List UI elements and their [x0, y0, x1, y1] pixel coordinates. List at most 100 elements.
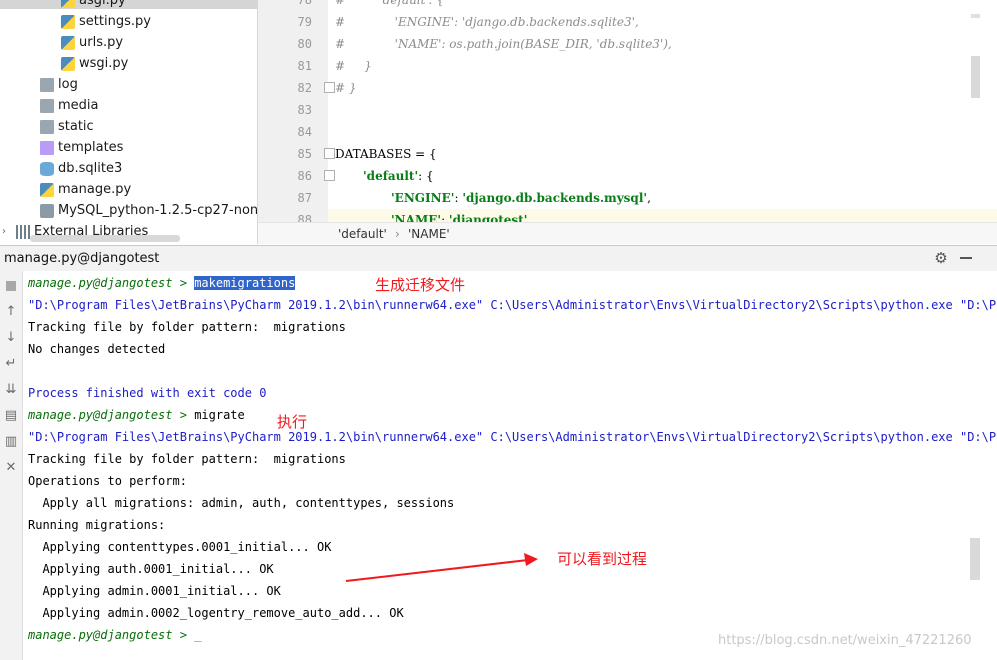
tree-item-settings[interactable]: settings.py	[61, 11, 151, 32]
tree-item-label: wsgi.py	[79, 56, 129, 71]
console-line: manage.py@djangotest > migrate	[28, 404, 245, 426]
line-number: 87	[297, 191, 312, 205]
watermark: https://blog.csdn.net/weixin_47221260	[718, 633, 972, 648]
console-line: "D:\Program Files\JetBrains\PyCharm 2019…	[28, 298, 997, 312]
line-number: 80	[297, 37, 312, 51]
annotation-makemigrations: 生成迁移文件	[375, 276, 466, 294]
scroll-to-end-icon[interactable]: ⇊	[4, 383, 18, 397]
code-line: # 'ENGINE': 'django.db.backends.sqlite3'…	[335, 15, 639, 29]
tree-item-label: templates	[58, 140, 124, 155]
dict-key: 'default'	[363, 169, 419, 183]
breadcrumb-separator: ›	[395, 227, 400, 241]
code-line: 'default': {	[363, 165, 434, 187]
tree-item-templates[interactable]: templates	[40, 137, 123, 158]
tree-item-label: static	[58, 119, 94, 134]
tree-item-urls[interactable]: urls.py	[61, 32, 123, 53]
tree-item-wsgi[interactable]: wsgi.py	[61, 53, 128, 74]
caret-icon: _	[194, 628, 202, 642]
code-line: # 'default': {	[335, 0, 445, 7]
line-number: 83	[297, 103, 312, 117]
minimize-icon[interactable]	[960, 257, 972, 259]
line-number: 84	[297, 125, 312, 139]
tree-item-mysql-wheel[interactable]: MySQL_python-1.2.5-cp27-none-w	[40, 200, 257, 221]
line-number: 86	[297, 169, 312, 183]
console-prompt: manage.py@djangotest >	[28, 276, 187, 290]
chevron-right-icon[interactable]: ›	[2, 221, 16, 242]
print-icon[interactable]: ▤	[4, 409, 18, 423]
tree-item-label: db.sqlite3	[58, 161, 123, 176]
tree-item-label: manage.py	[58, 182, 132, 197]
console-line: Operations to perform:	[28, 474, 187, 488]
breadcrumb: 'default' › 'NAME'	[258, 222, 997, 244]
tree-item-media[interactable]: media	[40, 95, 99, 116]
console-line: Applying auth.0001_initial... OK	[28, 562, 274, 576]
dict-key: 'ENGINE'	[391, 191, 455, 205]
dict-value: 'django.db.backends.mysql'	[462, 191, 648, 205]
libraries-icon	[16, 224, 30, 239]
console-prompt: manage.py@djangotest >	[28, 408, 187, 422]
tree-item-label: urls.py	[79, 35, 124, 50]
console-line: Applying admin.0001_initial... OK	[28, 584, 281, 598]
tree-item-manage[interactable]: manage.py	[40, 179, 131, 200]
console-line: manage.py@djangotest > _	[28, 624, 201, 646]
gear-icon[interactable]: ⚙	[933, 250, 949, 266]
tree-item-log[interactable]: log	[40, 74, 78, 95]
close-icon[interactable]: ✕	[4, 461, 18, 475]
console-line: "D:\Program Files\JetBrains\PyCharm 2019…	[28, 430, 997, 444]
fold-marker-icon[interactable]	[324, 170, 335, 181]
editor-scrollbar[interactable]	[971, 56, 980, 98]
run-tab-title[interactable]: manage.py@djangotest	[4, 251, 159, 266]
line-number: 79	[297, 15, 312, 29]
editor-scroll-marker	[971, 14, 980, 18]
code-punct: ,	[647, 191, 651, 205]
annotation-migrate: 执行	[277, 413, 308, 431]
code-line: 'ENGINE': 'django.db.backends.mysql',	[391, 187, 651, 209]
tree-item-label: asgi.py	[79, 0, 126, 8]
python-file-icon	[61, 0, 75, 8]
console-line: Running migrations:	[28, 518, 166, 532]
soft-wrap-icon[interactable]: ↵	[4, 357, 18, 371]
console-line: Applying admin.0002_logentry_remove_auto…	[28, 606, 404, 620]
tree-horizontal-scrollbar[interactable]	[30, 235, 180, 242]
console-line: Apply all migrations: admin, auth, conte…	[28, 496, 455, 510]
tree-item-static[interactable]: static	[40, 116, 94, 137]
fold-marker-icon[interactable]	[324, 148, 335, 159]
arrow-down-icon[interactable]: ↓	[4, 331, 18, 345]
line-number: 85	[297, 147, 312, 161]
code-line: # }	[335, 59, 372, 73]
code-editor[interactable]: 78 79 80 81 82 83 84 85 86 87 88 # 'defa…	[258, 0, 997, 244]
python-file-icon	[61, 35, 75, 50]
trash-icon[interactable]: ▥	[4, 435, 18, 449]
tree-item-label: settings.py	[79, 14, 151, 29]
line-number: 78	[297, 0, 312, 7]
wheel-file-icon	[40, 203, 54, 218]
console-line: Tracking file by folder pattern: migrati…	[28, 320, 346, 334]
run-toolbar: ↑ ↓ ↵ ⇊ ▤ ▥ ✕	[0, 271, 23, 660]
console-scrollbar[interactable]	[970, 538, 980, 580]
arrow-up-icon[interactable]: ↑	[4, 305, 18, 319]
code-punct: : {	[418, 169, 434, 183]
breadcrumb-item[interactable]: 'default'	[338, 227, 387, 241]
code-line: DATABASES = {	[335, 147, 437, 161]
console-command: makemigrations	[194, 276, 296, 290]
annotation-process: 可以看到过程	[557, 550, 648, 568]
line-number: 81	[297, 59, 312, 73]
code-line: # }	[335, 81, 357, 95]
python-file-icon	[40, 182, 54, 197]
stop-icon[interactable]	[4, 279, 18, 293]
fold-marker-icon[interactable]	[324, 82, 335, 93]
tree-item-label: media	[58, 98, 99, 113]
line-number: 82	[297, 81, 312, 95]
templates-folder-icon	[40, 140, 54, 155]
tree-item-asgi[interactable]: asgi.py	[61, 0, 126, 11]
run-panel-header: manage.py@djangotest ⚙	[0, 245, 997, 272]
folder-icon	[40, 98, 54, 113]
code-line: # 'NAME': os.path.join(BASE_DIR, 'db.sql…	[335, 37, 672, 51]
tree-item-db-sqlite3[interactable]: db.sqlite3	[40, 158, 122, 179]
project-tree: asgi.py settings.py urls.py wsgi.py log …	[0, 0, 258, 244]
console-line: No changes detected	[28, 342, 166, 356]
console-line: Tracking file by folder pattern: migrati…	[28, 452, 346, 466]
console-output[interactable]: manage.py@djangotest > makemigrations "D…	[23, 271, 997, 660]
console-line: Process finished with exit code 0	[28, 386, 267, 400]
breadcrumb-item[interactable]: 'NAME'	[408, 227, 450, 241]
